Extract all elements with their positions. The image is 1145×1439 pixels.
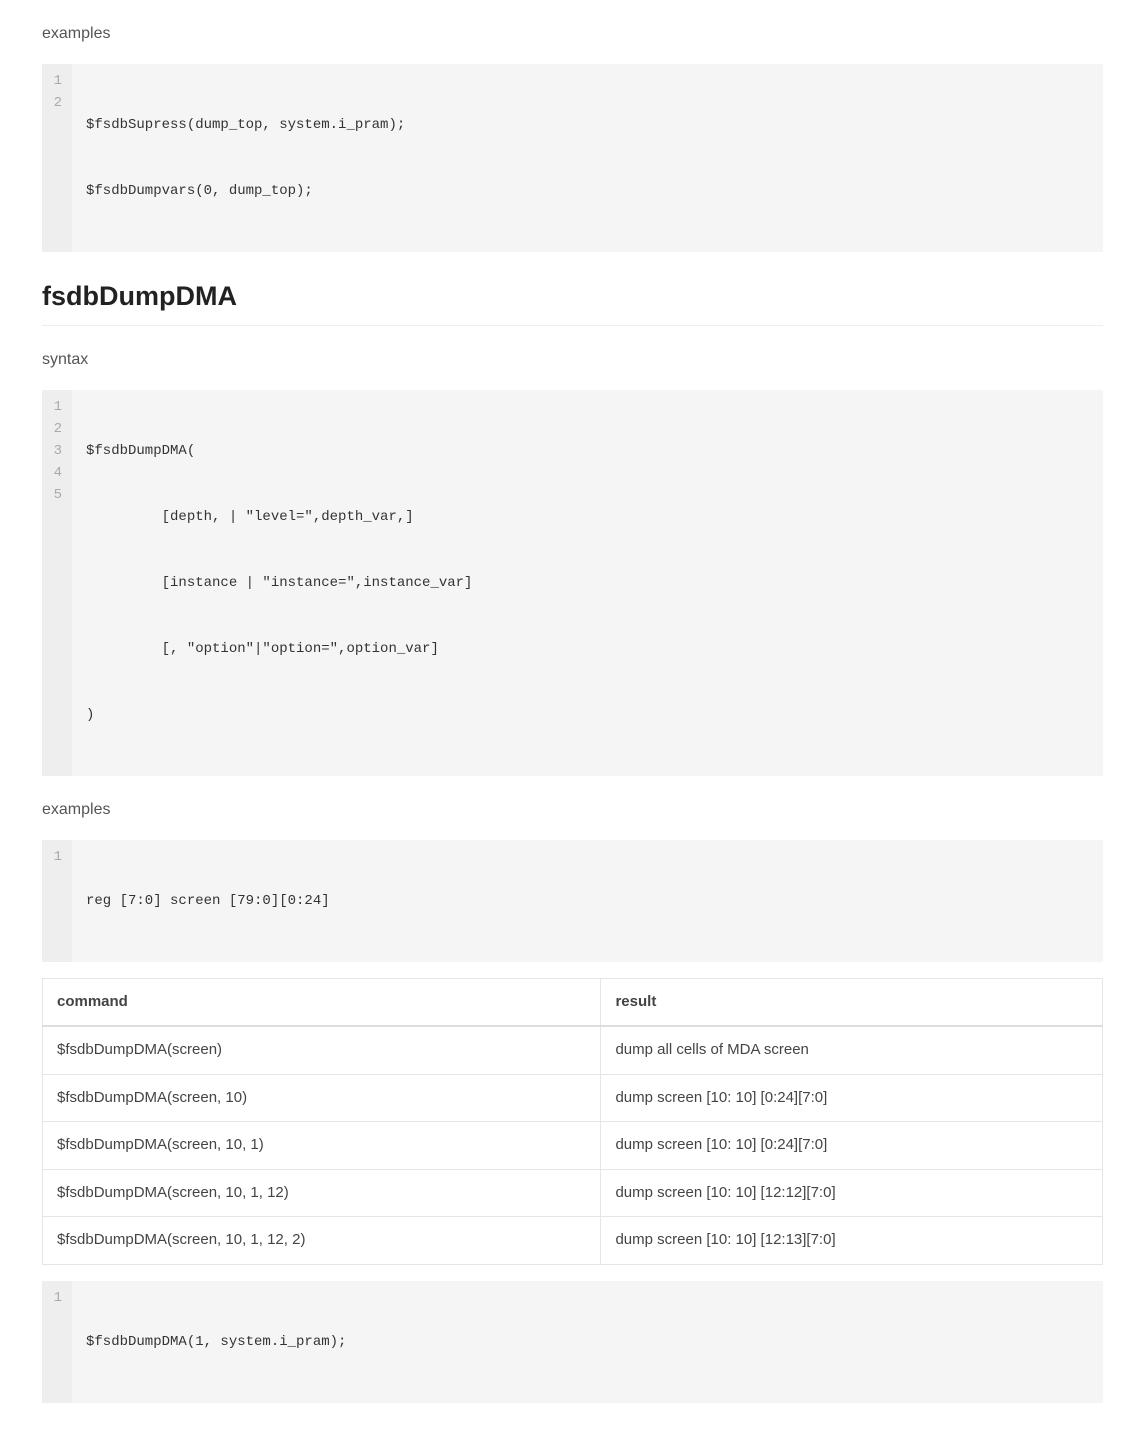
syntax-heading: syntax: [42, 348, 1103, 372]
table-header-command: command: [43, 978, 601, 1026]
code-line: [instance | "instance=",instance_var]: [86, 572, 1089, 594]
table-row: $fsdbDumpDMA(screen, 10, 1) dump screen …: [43, 1122, 1103, 1170]
code-content: $fsdbDumpDMA( [depth, | "level=",depth_v…: [72, 390, 1103, 776]
cell-result: dump all cells of MDA screen: [601, 1026, 1103, 1074]
code-block-call: 1 $fsdbDumpDMA(1, system.i_pram);: [42, 1281, 1103, 1403]
cell-command: $fsdbDumpDMA(screen, 10, 1): [43, 1122, 601, 1170]
line-number: 2: [52, 92, 62, 114]
line-number: 1: [52, 70, 62, 92]
code-content: $fsdbSupress(dump_top, system.i_pram); $…: [72, 64, 1103, 252]
examples-heading-2: examples: [42, 798, 1103, 822]
code-line: [, "option"|"option=",option_var]: [86, 638, 1089, 660]
line-number: 4: [52, 462, 62, 484]
code-line: $fsdbSupress(dump_top, system.i_pram);: [86, 114, 1089, 136]
code-block-decl: 1 reg [7:0] screen [79:0][0:24]: [42, 840, 1103, 962]
line-number: 1: [52, 1287, 62, 1309]
code-line: ): [86, 704, 1089, 726]
line-number: 5: [52, 484, 62, 506]
line-number: 2: [52, 418, 62, 440]
table-row: $fsdbDumpDMA(screen) dump all cells of M…: [43, 1026, 1103, 1074]
cell-result: dump screen [10: 10] [12:13][7:0]: [601, 1217, 1103, 1265]
line-number: 3: [52, 440, 62, 462]
code-line: reg [7:0] screen [79:0][0:24]: [86, 890, 1089, 912]
cell-command: $fsdbDumpDMA(screen, 10, 1, 12): [43, 1169, 601, 1217]
code-line: $fsdbDumpDMA(1, system.i_pram);: [86, 1331, 1089, 1353]
code-gutter: 1: [42, 1281, 72, 1403]
section-title-fsdbdumpdma: fsdbDumpDMA: [42, 276, 1103, 326]
table-row: $fsdbDumpDMA(screen, 10) dump screen [10…: [43, 1074, 1103, 1122]
code-gutter: 1: [42, 840, 72, 962]
cell-command: $fsdbDumpDMA(screen): [43, 1026, 601, 1074]
table-header-result: result: [601, 978, 1103, 1026]
table-header-row: command result: [43, 978, 1103, 1026]
line-number: 1: [52, 396, 62, 418]
code-line: $fsdbDumpDMA(: [86, 440, 1089, 462]
code-block-syntax: 1 2 3 4 5 $fsdbDumpDMA( [depth, | "level…: [42, 390, 1103, 776]
examples-heading-1: examples: [42, 22, 1103, 46]
cell-result: dump screen [10: 10] [0:24][7:0]: [601, 1074, 1103, 1122]
cell-command: $fsdbDumpDMA(screen, 10, 1, 12, 2): [43, 1217, 601, 1265]
code-line: $fsdbDumpvars(0, dump_top);: [86, 180, 1089, 202]
command-result-table: command result $fsdbDumpDMA(screen) dump…: [42, 978, 1103, 1265]
code-content: reg [7:0] screen [79:0][0:24]: [72, 840, 1103, 962]
table-row: $fsdbDumpDMA(screen, 10, 1, 12, 2) dump …: [43, 1217, 1103, 1265]
code-line: [depth, | "level=",depth_var,]: [86, 506, 1089, 528]
code-gutter: 1 2: [42, 64, 72, 252]
cell-command: $fsdbDumpDMA(screen, 10): [43, 1074, 601, 1122]
code-block-supress: 1 2 $fsdbSupress(dump_top, system.i_pram…: [42, 64, 1103, 252]
code-content: $fsdbDumpDMA(1, system.i_pram);: [72, 1281, 1103, 1403]
code-gutter: 1 2 3 4 5: [42, 390, 72, 776]
cell-result: dump screen [10: 10] [0:24][7:0]: [601, 1122, 1103, 1170]
cell-result: dump screen [10: 10] [12:12][7:0]: [601, 1169, 1103, 1217]
table-row: $fsdbDumpDMA(screen, 10, 1, 12) dump scr…: [43, 1169, 1103, 1217]
line-number: 1: [52, 846, 62, 868]
